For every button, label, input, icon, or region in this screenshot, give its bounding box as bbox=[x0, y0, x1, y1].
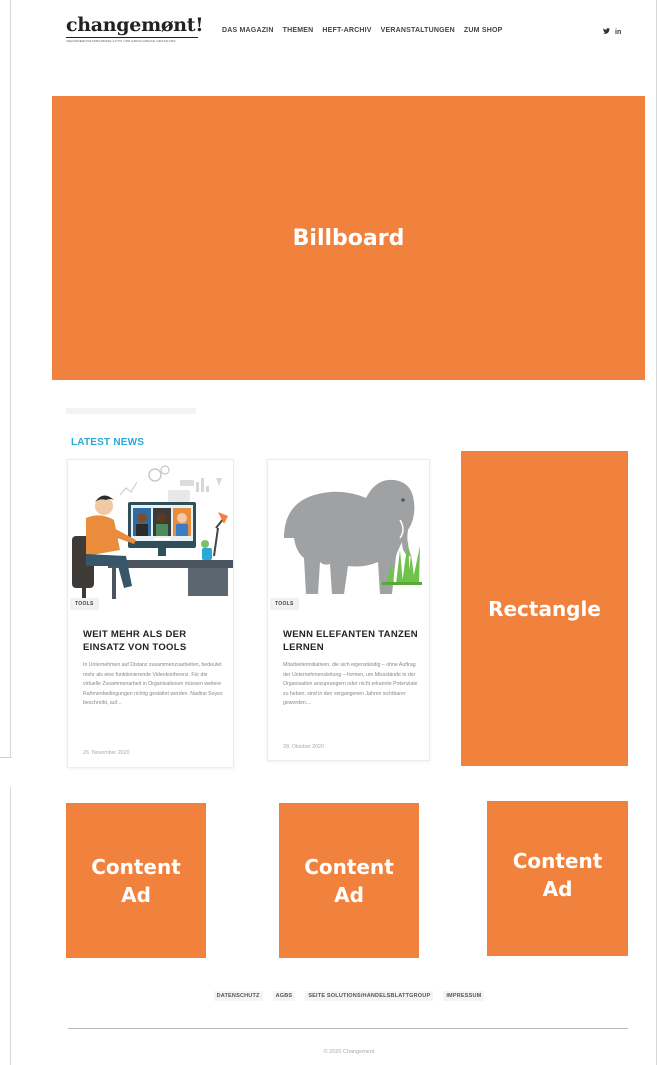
site-logo[interactable]: changemønt! VERÄNDERUNGSPROZESSE ACTIV U… bbox=[66, 14, 204, 43]
footer-link-agbs[interactable]: AGBS bbox=[272, 991, 296, 1001]
content-ad-2[interactable]: Content Ad bbox=[279, 803, 419, 958]
billboard-ad[interactable]: Billboard bbox=[52, 96, 645, 380]
content-ad-3[interactable]: Content Ad bbox=[487, 801, 628, 956]
nav-themen[interactable]: THEMEN bbox=[283, 27, 314, 34]
logo-underline bbox=[66, 37, 198, 38]
frame-border-right bbox=[656, 0, 657, 1065]
content-ad-1[interactable]: Content Ad bbox=[66, 803, 206, 958]
footer-divider bbox=[68, 1028, 628, 1029]
frame-border-left-lower bbox=[10, 787, 11, 1065]
news-card-1[interactable]: TOOLS WEIT MEHR ALS DER EINSATZ VON TOOL… bbox=[67, 459, 234, 768]
card-date: 28. Oktober 2020 bbox=[283, 744, 324, 750]
linkedin-icon[interactable]: in bbox=[615, 29, 621, 37]
card-excerpt: Mitarbeiterinitiativen, die sich eigenst… bbox=[283, 662, 418, 706]
footer-link-datenschutz[interactable]: DATENSCHUTZ bbox=[213, 991, 263, 1001]
main-navigation: DAS MAGAZIN THEMEN HEFT-ARCHIV VERANSTAL… bbox=[222, 27, 502, 34]
nav-veranstaltungen[interactable]: VERANSTALTUNGEN bbox=[381, 27, 455, 34]
remote-work-illustration bbox=[68, 460, 233, 599]
card-title[interactable]: WENN ELEFANTEN TANZEN LERNEN bbox=[283, 628, 423, 654]
faint-divider bbox=[66, 408, 196, 414]
logo-text: changemønt! bbox=[66, 14, 204, 36]
nav-zum-shop[interactable]: ZUM SHOP bbox=[464, 27, 503, 34]
card-tag[interactable]: TOOLS bbox=[70, 598, 99, 610]
rectangle-ad[interactable]: Rectangle bbox=[461, 451, 628, 766]
footer-link-seite-solutions[interactable]: SEITE SOLUTIONS/HANDELSBLATTGROUP bbox=[305, 991, 434, 1001]
latest-news-heading: LATEST NEWS bbox=[71, 437, 145, 448]
card-title[interactable]: WEIT MEHR ALS DER EINSATZ VON TOOLS bbox=[83, 628, 223, 654]
frame-border-left bbox=[10, 0, 11, 757]
frame-break-line bbox=[0, 757, 12, 758]
logo-subtitle: VERÄNDERUNGSPROZESSE ACTIV UND ERFOLGREI… bbox=[66, 39, 176, 43]
copyright-text: © 2020 Changement bbox=[323, 1049, 375, 1055]
card-date: 26. November 2020 bbox=[83, 750, 130, 756]
footer-links: DATENSCHUTZ AGBS SEITE SOLUTIONS/HANDELS… bbox=[0, 991, 658, 1001]
elephant-illustration bbox=[268, 460, 429, 599]
footer-link-impressum[interactable]: IMPRESSUM bbox=[443, 991, 485, 1001]
card-tag[interactable]: TOOLS bbox=[270, 598, 299, 610]
social-links: in bbox=[603, 28, 621, 37]
nav-das-magazin[interactable]: DAS MAGAZIN bbox=[222, 27, 274, 34]
nav-heft-archiv[interactable]: HEFT-ARCHIV bbox=[322, 27, 371, 34]
news-card-2[interactable]: TOOLS WENN ELEFANTEN TANZEN LERNEN Mitar… bbox=[267, 459, 430, 761]
card-excerpt: In Unternehmen auf Distanz zusammenzuarb… bbox=[83, 662, 223, 706]
twitter-icon[interactable] bbox=[603, 28, 610, 37]
